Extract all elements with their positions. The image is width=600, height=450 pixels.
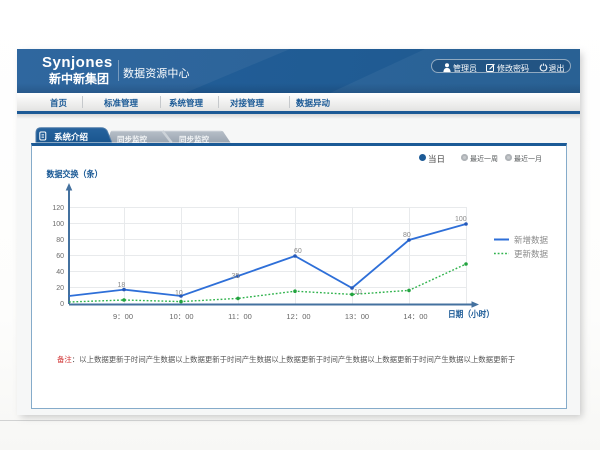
svg-text:日期（小时）: 日期（小时） [448, 308, 494, 319]
svg-text:18: 18 [118, 282, 126, 289]
svg-text:10: 10 [175, 290, 183, 297]
svg-text:60: 60 [294, 248, 302, 255]
svg-text:100: 100 [52, 221, 64, 228]
svg-text:9：00: 9：00 [113, 312, 133, 321]
svg-text:60: 60 [56, 253, 64, 260]
svg-text:120: 120 [52, 205, 64, 212]
svg-text:80: 80 [403, 232, 411, 239]
svg-text:更新数据: 更新数据 [514, 249, 549, 259]
svg-text:10: 10 [354, 289, 362, 296]
svg-text:100: 100 [455, 216, 467, 223]
svg-text:20: 20 [56, 285, 64, 292]
svg-text:0: 0 [60, 301, 64, 308]
svg-text:40: 40 [56, 269, 64, 276]
svg-text:35: 35 [232, 273, 240, 280]
svg-text:数据交换（条）: 数据交换（条） [46, 168, 103, 179]
svg-text:14：00: 14：00 [403, 312, 427, 321]
svg-text:新增数据: 新增数据 [514, 235, 549, 245]
svg-text:12：00: 12：00 [286, 312, 310, 321]
svg-text:10：00: 10：00 [169, 312, 193, 321]
svg-text:13：00: 13：00 [345, 312, 369, 321]
svg-text:80: 80 [56, 237, 64, 244]
svg-text:11：00: 11：00 [228, 312, 252, 321]
